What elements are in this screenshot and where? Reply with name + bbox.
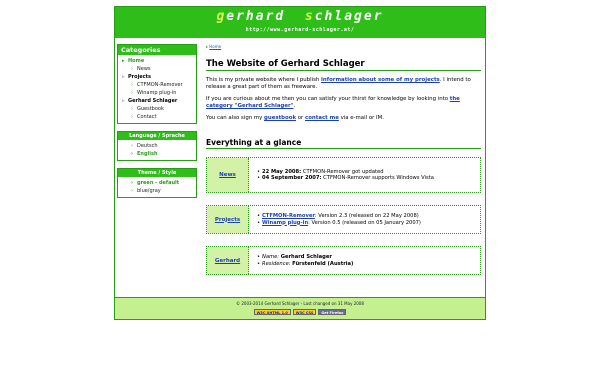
- gerhard-value: Gerhard Schlager: [280, 254, 332, 261]
- w3c-css-badge[interactable]: W3C CSS: [292, 309, 317, 315]
- about-paragraph: If you are curious about me then you can…: [206, 96, 481, 110]
- footer-text: © 2003-2014 Gerhard Schlager - Last chan…: [236, 301, 364, 306]
- nav-item-contact[interactable]: › Contact: [118, 113, 196, 121]
- glance-projects-body: CTFMON-Remover: Version 2.3 (released on…: [249, 206, 480, 233]
- nav-item-label: Gerhard Schlager: [128, 98, 178, 104]
- gerhard-key: Name:: [262, 254, 280, 261]
- news-date: 04 September 2007:: [262, 175, 322, 181]
- theme-heading: Theme / Style: [118, 169, 196, 177]
- main-content: ▸ Home The Website of Gerhard Schlager T…: [206, 44, 481, 287]
- project-version-text: : Version 0.5 (released on 05 January 20…: [308, 219, 421, 226]
- news-date: 22 May 2008:: [262, 168, 302, 175]
- nav-item-label: CTFMON-Remover: [137, 82, 183, 88]
- contact-text-end: via e-mail or IM.: [338, 115, 385, 121]
- guestbook-link[interactable]: guestbook: [264, 115, 296, 121]
- site-title[interactable]: gerhard schlager: [115, 9, 485, 24]
- contact-text: You can also sign my: [206, 115, 265, 121]
- about-text: If you are curious about me then you can…: [206, 96, 450, 102]
- language-label: English: [137, 151, 158, 157]
- footer-badges: W3C XHTML 1.0 W3C CSS Get Firefox: [115, 309, 485, 315]
- glance-projects-row: Projects CTFMON-Remover: Version 2.3 (re…: [206, 205, 481, 234]
- projects-list: CTFMON-Remover: Version 2.3 (released on…: [257, 213, 421, 226]
- site-footer: © 2003-2014 Gerhard Schlager - Last chan…: [115, 297, 485, 319]
- nav-item-label: Home: [128, 58, 145, 64]
- language-label: Deutsch: [137, 143, 158, 149]
- theme-green-default[interactable]: › green - default: [118, 179, 196, 187]
- page-title: The Website of Gerhard Schlager: [206, 59, 481, 71]
- project-item: Winamp plug-in: Version 0.5 (released on…: [257, 219, 421, 227]
- nav-item-winamp-plugin[interactable]: › Winamp plug-in: [118, 89, 196, 97]
- categories-list: ▸ Home › News ▹ Projects › CTFMON-Remover › W…: [118, 55, 196, 123]
- ctfmon-remover-link[interactable]: CTFMON-Remover: [262, 213, 315, 219]
- news-link[interactable]: News: [219, 172, 236, 178]
- intro-text: This is my private website where I publi…: [206, 77, 322, 83]
- gerhard-key: Residence:: [262, 260, 291, 267]
- title-initial-2: s: [304, 9, 315, 24]
- nav-item-home[interactable]: ▸ Home: [118, 57, 196, 65]
- glance-news-cell: News: [207, 158, 249, 192]
- page-frame: gerhard schlager http://www.gerhard-schl…: [114, 6, 486, 320]
- nav-item-news[interactable]: › News: [118, 65, 196, 73]
- glance-news-row: News 22 May 2008: CTFMON-Remover got upd…: [206, 157, 481, 193]
- nav-item-projects[interactable]: ▹ Projects: [118, 73, 196, 81]
- nav-item-ctfmon-remover[interactable]: › CTFMON-Remover: [118, 81, 196, 89]
- nav-item-gerhard-schlager[interactable]: ▹ Gerhard Schlager: [118, 97, 196, 105]
- language-heading: Language / Sprache: [118, 132, 196, 140]
- get-firefox-badge[interactable]: Get Firefox: [318, 309, 347, 315]
- breadcrumb: ▸ Home: [206, 44, 481, 49]
- title-rest-2: chlager: [314, 9, 384, 24]
- theme-label: blue/gray: [137, 188, 161, 194]
- contact-paragraph: You can also sign my guestbook or contac…: [206, 115, 481, 122]
- theme-list: › green - default › blue/gray: [118, 177, 196, 197]
- language-box: Language / Sprache › Deutsch › English: [117, 131, 197, 161]
- theme-box: Theme / Style › green - default › blue/gra…: [117, 168, 197, 198]
- breadcrumb-home-link[interactable]: Home: [209, 44, 221, 49]
- news-text: CTFMON-Remover supports Windows Vista: [321, 175, 434, 181]
- news-item: 04 September 2007: CTFMON-Remover suppor…: [257, 175, 434, 182]
- nav-item-label: News: [137, 66, 151, 72]
- projects-info-link[interactable]: information about some of my projects: [321, 77, 440, 83]
- glance-gerhard-cell: Gerhard: [207, 247, 249, 274]
- site-header: gerhard schlager http://www.gerhard-schl…: [115, 7, 485, 38]
- projects-link[interactable]: Projects: [215, 217, 240, 223]
- contact-text-mid: or: [296, 115, 305, 121]
- about-text-end: .: [293, 103, 296, 109]
- gerhard-link[interactable]: Gerhard: [215, 258, 240, 264]
- nav-item-guestbook[interactable]: › Guestbook: [118, 105, 196, 113]
- language-deutsch[interactable]: › Deutsch: [118, 142, 196, 150]
- glance-gerhard-row: Gerhard Name: Gerhard Schlager Residence…: [206, 246, 481, 275]
- contact-me-link[interactable]: contact me: [305, 115, 339, 121]
- glance-heading: Everything at a glance: [206, 138, 481, 149]
- gerhard-item: Residence: Fürstenfeld (Austria): [257, 260, 354, 268]
- glance-gerhard-body: Name: Gerhard Schlager Residence: Fürste…: [249, 247, 480, 274]
- w3c-xhtml-badge[interactable]: W3C XHTML 1.0: [253, 309, 291, 315]
- winamp-plugin-link[interactable]: Winamp plug-in: [262, 220, 308, 226]
- news-text: CTFMON-Remover got updated: [301, 168, 384, 175]
- news-list: 22 May 2008: CTFMON-Remover got updated …: [257, 169, 434, 182]
- gerhard-value: Fürstenfeld (Austria): [292, 260, 354, 267]
- nav-item-label: Guestbook: [137, 106, 164, 112]
- nav-item-label: Contact: [137, 114, 157, 120]
- title-rest-1: erhard: [226, 9, 286, 24]
- project-version-text: : Version 2.3 (released on 22 May 2008): [314, 213, 419, 220]
- categories-heading: Categories: [118, 45, 196, 55]
- title-initial-1: g: [216, 9, 227, 24]
- nav-item-label: Projects: [128, 74, 152, 80]
- language-english[interactable]: › English: [118, 150, 196, 158]
- site-url: http://www.gerhard-schlager.at/: [245, 27, 355, 33]
- gerhard-list: Name: Gerhard Schlager Residence: Fürste…: [257, 254, 353, 267]
- sidebar: Categories ▸ Home › News ▹ Projects › CTFMON…: [117, 44, 197, 205]
- language-list: › Deutsch › English: [118, 140, 196, 160]
- categories-box: Categories ▸ Home › News ▹ Projects › CTFMON…: [117, 44, 197, 124]
- glance-projects-cell: Projects: [207, 206, 249, 233]
- glance-news-body: 22 May 2008: CTFMON-Remover got updated …: [249, 158, 480, 192]
- intro-paragraph: This is my private website where I publi…: [206, 77, 481, 91]
- theme-blue-gray[interactable]: › blue/gray: [118, 187, 196, 195]
- nav-item-label: Winamp plug-in: [137, 90, 177, 96]
- theme-label: green - default: [137, 180, 180, 186]
